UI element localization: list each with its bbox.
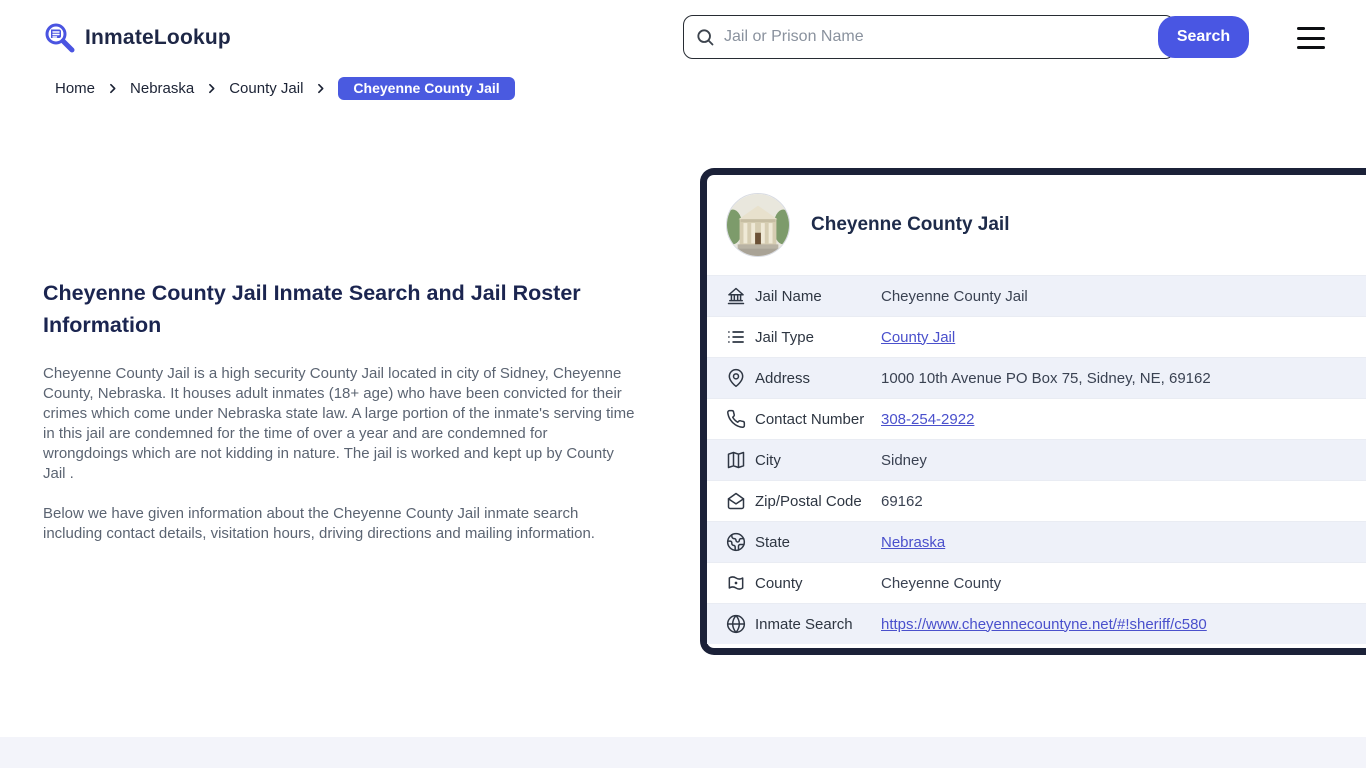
row-label: Address [755, 369, 811, 387]
row-label: Zip/Postal Code [755, 492, 862, 510]
globe-icon [726, 614, 746, 634]
row-label: Inmate Search [755, 615, 853, 633]
intro-paragraph: Cheyenne County Jail is a high security … [43, 365, 635, 482]
chevron-right-icon [106, 82, 119, 95]
row-value: 69162 [881, 492, 923, 510]
jail-building-photo [726, 193, 790, 257]
county-map-icon [726, 573, 746, 593]
row-value: 1000 10th Avenue PO Box 75, Sidney, NE, … [881, 369, 1211, 387]
row-label: County [755, 574, 803, 592]
row-label: Jail Type [755, 328, 814, 346]
info-row: State Nebraska [707, 521, 1366, 562]
article: Cheyenne County Jail Inmate Search and J… [43, 277, 643, 564]
hamburger-menu-icon[interactable] [1297, 27, 1325, 49]
info-row: City Sidney [707, 439, 1366, 480]
brand-logo[interactable]: InmateLookup [43, 21, 231, 54]
mail-open-icon [726, 491, 746, 511]
row-value-link[interactable]: Nebraska [881, 534, 945, 551]
row-label: City [755, 451, 781, 469]
summary-paragraph: Below we have given information about th… [43, 505, 595, 542]
breadcrumb-current-badge: Cheyenne County Jail [338, 76, 515, 100]
page-title: Cheyenne County Jail Inmate Search and J… [43, 281, 581, 337]
page: InmateLookup Search Home Nebraska County… [0, 0, 1366, 768]
chevron-right-icon [314, 82, 327, 95]
row-value: Cheyenne County Jail [881, 287, 1028, 305]
earth-icon [726, 532, 746, 552]
info-row: Zip/Postal Code 69162 [707, 480, 1366, 521]
brand-name: InmateLookup [85, 25, 231, 49]
breadcrumb-link[interactable]: Home [55, 80, 95, 97]
info-row: Jail Type County Jail [707, 316, 1366, 357]
row-value-link[interactable]: 308-254-2922 [881, 411, 974, 428]
breadcrumb-link[interactable]: County Jail [229, 80, 303, 97]
row-label: State [755, 533, 791, 551]
row-value-link[interactable]: County Jail [881, 329, 955, 346]
jail-card-header: Cheyenne County Jail [707, 175, 1366, 275]
footer-strip [0, 737, 1366, 768]
row-value: Cheyenne County [881, 574, 1002, 592]
row-label: Jail Name [755, 287, 822, 305]
row-label: Contact Number [755, 410, 865, 428]
map-icon [726, 450, 746, 470]
jail-info-table: Jail Name Cheyenne County Jail Jail Type… [707, 275, 1366, 644]
list-icon [726, 327, 746, 347]
info-row: Contact Number 308-254-2922 [707, 398, 1366, 439]
info-row: Inmate Search https://www.cheyennecounty… [707, 603, 1366, 644]
magnifier-document-icon [45, 23, 75, 53]
chevron-right-icon [205, 82, 218, 95]
landmark-icon [726, 286, 746, 306]
jail-info-card: Cheyenne County Jail Jail Name Cheyenne … [700, 168, 1366, 655]
row-value: Sidney [881, 451, 927, 469]
search-bar: Search [683, 15, 1249, 59]
search-button[interactable]: Search [1158, 16, 1249, 58]
phone-icon [726, 409, 746, 429]
info-row: County Cheyenne County [707, 562, 1366, 603]
map-pin-icon [726, 368, 746, 388]
breadcrumb-link[interactable]: Nebraska [130, 80, 194, 97]
breadcrumb: Home Nebraska County Jail Cheyenne Count… [55, 76, 515, 100]
info-row: Address 1000 10th Avenue PO Box 75, Sidn… [707, 357, 1366, 398]
jail-card-title: Cheyenne County Jail [811, 214, 1010, 235]
info-row: Jail Name Cheyenne County Jail [707, 275, 1366, 316]
row-value-link[interactable]: https://www.cheyennecountyne.net/#!sheri… [881, 616, 1207, 633]
search-input[interactable] [683, 15, 1175, 59]
